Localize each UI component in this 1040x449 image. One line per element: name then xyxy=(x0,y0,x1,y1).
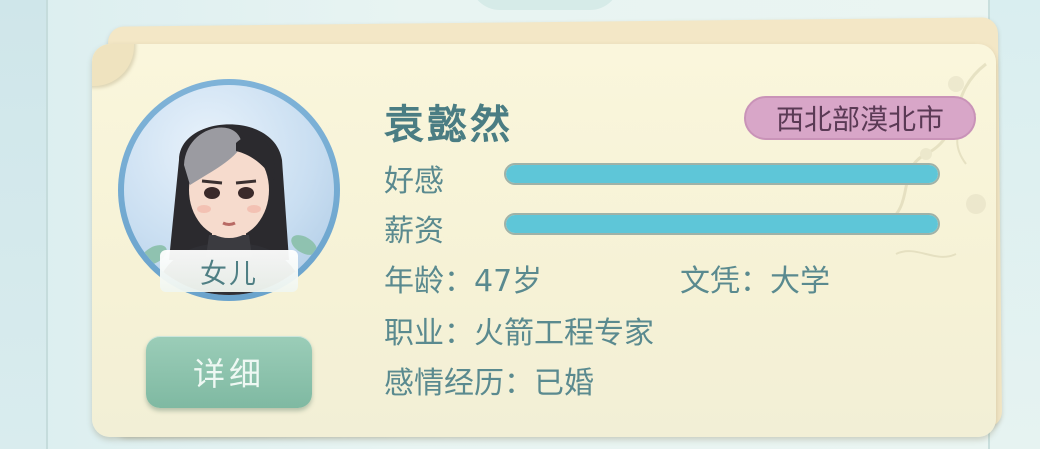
affection-label: 好感 xyxy=(384,164,444,199)
affection-bar-fill xyxy=(506,165,938,183)
card-folded-corner xyxy=(92,44,134,86)
age-info: 年龄：47岁 xyxy=(384,264,543,299)
region-badge: 西北部漠北市 xyxy=(744,96,976,140)
salary-bar xyxy=(504,213,940,235)
salary-bar-fill xyxy=(506,215,938,233)
affection-bar xyxy=(504,163,940,185)
education-info: 文凭：大学 xyxy=(680,264,830,299)
background-left-panel xyxy=(0,0,48,449)
occupation-info: 职业：火箭工程专家 xyxy=(384,316,654,351)
character-name: 袁懿然 xyxy=(384,102,513,148)
salary-label: 薪资 xyxy=(384,214,444,249)
relation-label: 女儿 xyxy=(160,250,298,292)
background-top-decoration xyxy=(470,0,620,10)
detail-button[interactable]: 详细 xyxy=(146,336,312,408)
relationship-info: 感情经历：已婚 xyxy=(384,366,594,401)
